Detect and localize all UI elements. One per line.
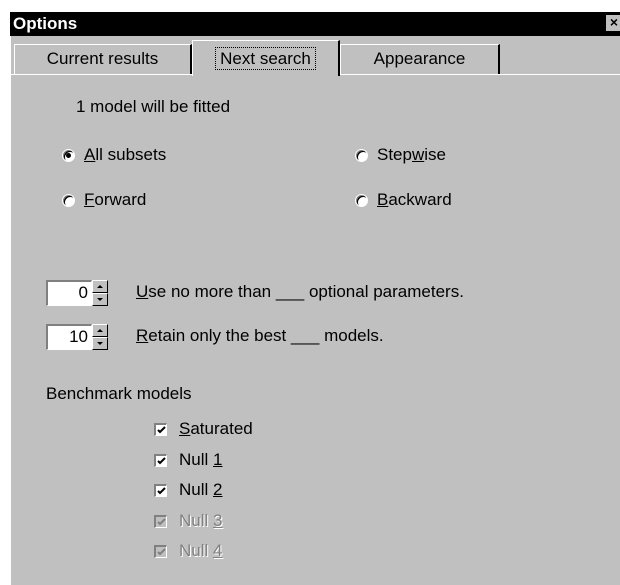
max-optional-params-label: Use no more than ___ optional parameters…	[136, 282, 464, 301]
check-icon	[157, 548, 166, 556]
radio-button[interactable]	[355, 149, 368, 162]
arrow-down-icon	[97, 298, 103, 301]
checkbox[interactable]	[154, 484, 167, 497]
title-bar: Options ×	[10, 12, 620, 36]
check-icon	[157, 487, 166, 495]
check-icon	[157, 426, 166, 434]
max-optional-params-spinner[interactable]: 0	[46, 280, 118, 306]
spin-down-button[interactable]	[92, 293, 108, 306]
checkbox[interactable]	[154, 423, 167, 436]
tab-next-search[interactable]: Next search	[192, 40, 340, 76]
radio-label: Backward	[377, 190, 452, 209]
radio-label: Stepwise	[377, 145, 446, 164]
models-count-text: 1 model will be fitted	[76, 97, 231, 116]
spin-up-button[interactable]	[92, 280, 108, 293]
check-icon	[157, 457, 166, 465]
checkbox	[154, 545, 167, 558]
tab-label: Next search	[215, 47, 316, 70]
radio-button[interactable]	[62, 194, 75, 207]
radio-button[interactable]	[62, 149, 75, 162]
radio-selected-dot	[66, 153, 71, 158]
arrow-up-icon	[97, 285, 103, 288]
radio-button[interactable]	[355, 194, 368, 207]
tab-appearance[interactable]: Appearance	[340, 44, 500, 74]
check-icon	[157, 518, 166, 526]
checkbox[interactable]	[154, 454, 167, 467]
spin-down-button[interactable]	[92, 337, 108, 350]
arrow-up-icon	[97, 329, 103, 332]
radio-label: All subsets	[84, 145, 167, 164]
max-optional-params-input[interactable]: 0	[46, 280, 92, 306]
checkbox-label: Null 1	[179, 450, 223, 469]
window-title: Options	[13, 14, 78, 33]
arrow-down-icon	[97, 342, 103, 345]
checkbox-label: Null 4	[179, 541, 223, 560]
spin-up-button[interactable]	[92, 324, 108, 337]
checkbox-label: Null 2	[179, 480, 223, 499]
retain-best-label: Retain only the best ___ models.	[136, 326, 384, 345]
benchmark-heading: Benchmark models	[46, 384, 192, 403]
checkbox-label: Saturated	[179, 419, 253, 438]
checkbox-label: Null 3	[179, 511, 223, 530]
radio-label: Forward	[84, 190, 147, 209]
tab-label: Current results	[46, 49, 159, 68]
retain-best-input[interactable]: 10	[46, 324, 92, 350]
tab-current-results[interactable]: Current results	[14, 44, 192, 74]
tab-label: Appearance	[373, 49, 466, 68]
retain-best-spinner[interactable]: 10	[46, 324, 118, 350]
checkbox	[154, 515, 167, 528]
close-icon[interactable]: ×	[606, 15, 620, 31]
